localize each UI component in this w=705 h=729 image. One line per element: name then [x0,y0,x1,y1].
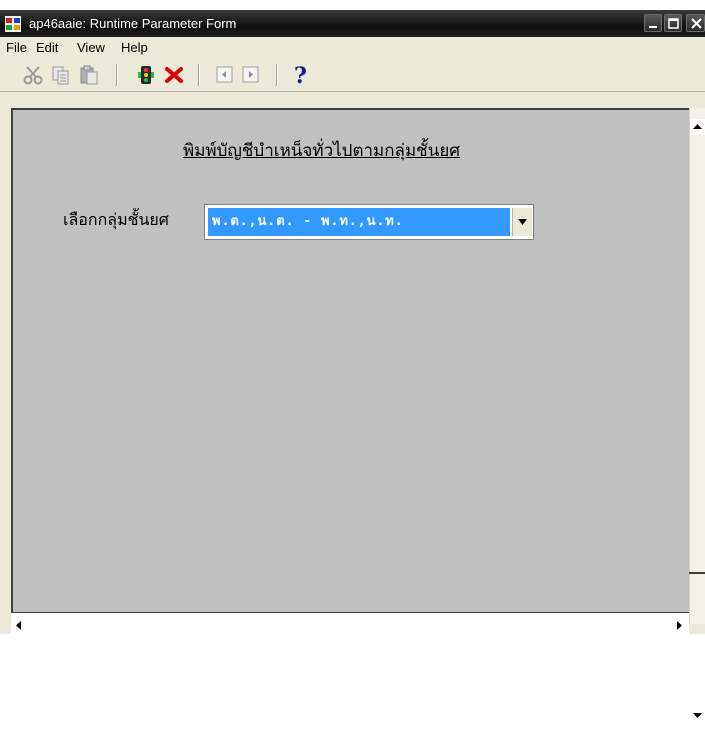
app-icon [5,16,21,32]
window-left-border [0,108,11,624]
run-icon[interactable] [135,64,157,86]
title-bar[interactable]: ap46aaie: Runtime Parameter Form [0,10,705,37]
toolbar-separator [198,64,200,86]
scroll-left-button[interactable] [11,618,27,634]
next-icon[interactable] [240,64,262,86]
rank-group-label: เลือกกลุ่มชั้นยศ [63,210,169,229]
menu-help[interactable]: Help [121,40,148,55]
scrollbar-divider [689,572,705,574]
toolbar: ? [0,58,705,92]
scroll-up-button[interactable] [690,119,705,135]
rank-group-selected-value[interactable]: พ.ต.,น.ต. - พ.ท.,น.ท. [208,208,510,236]
scroll-down-button[interactable] [690,708,705,724]
arrow-down-icon [693,713,702,718]
toolbar-separator [276,64,278,86]
arrow-right-icon [677,621,682,630]
horizontal-scrollbar[interactable] [11,612,689,635]
close-button[interactable] [686,14,705,32]
vertical-scrollbar[interactable] [689,108,705,724]
rank-group-select[interactable]: พ.ต.,น.ต. - พ.ท.,น.ท. [204,204,534,240]
menu-view[interactable]: View [77,40,105,55]
maximize-button[interactable] [664,14,682,32]
dropdown-button[interactable] [512,208,532,236]
chevron-down-icon [518,219,527,225]
prev-icon[interactable] [214,64,236,86]
form-heading: พิมพ์บัญชีบำเหน็จทั่วไปตามกลุ่มชั้นยศ [183,141,461,161]
window-title: ap46aaie: Runtime Parameter Form [29,16,237,31]
desktop-strip [0,0,705,10]
scroll-right-button[interactable] [671,618,687,634]
svg-text:?: ? [294,64,307,86]
menu-edit[interactable]: Edit [36,40,58,55]
menu-bar: File Edit View Help [0,37,705,58]
cancel-icon[interactable] [163,64,185,86]
arrow-left-icon [16,621,21,630]
help-icon[interactable]: ? [290,64,312,86]
copy-icon[interactable] [50,64,72,86]
toolbar-separator [116,64,118,86]
menu-file[interactable]: File [6,40,27,55]
cut-icon[interactable] [22,64,44,86]
minimize-button[interactable] [644,14,662,32]
paste-icon[interactable] [78,64,100,86]
arrow-up-icon [693,124,702,129]
parameter-form-canvas [11,108,691,614]
